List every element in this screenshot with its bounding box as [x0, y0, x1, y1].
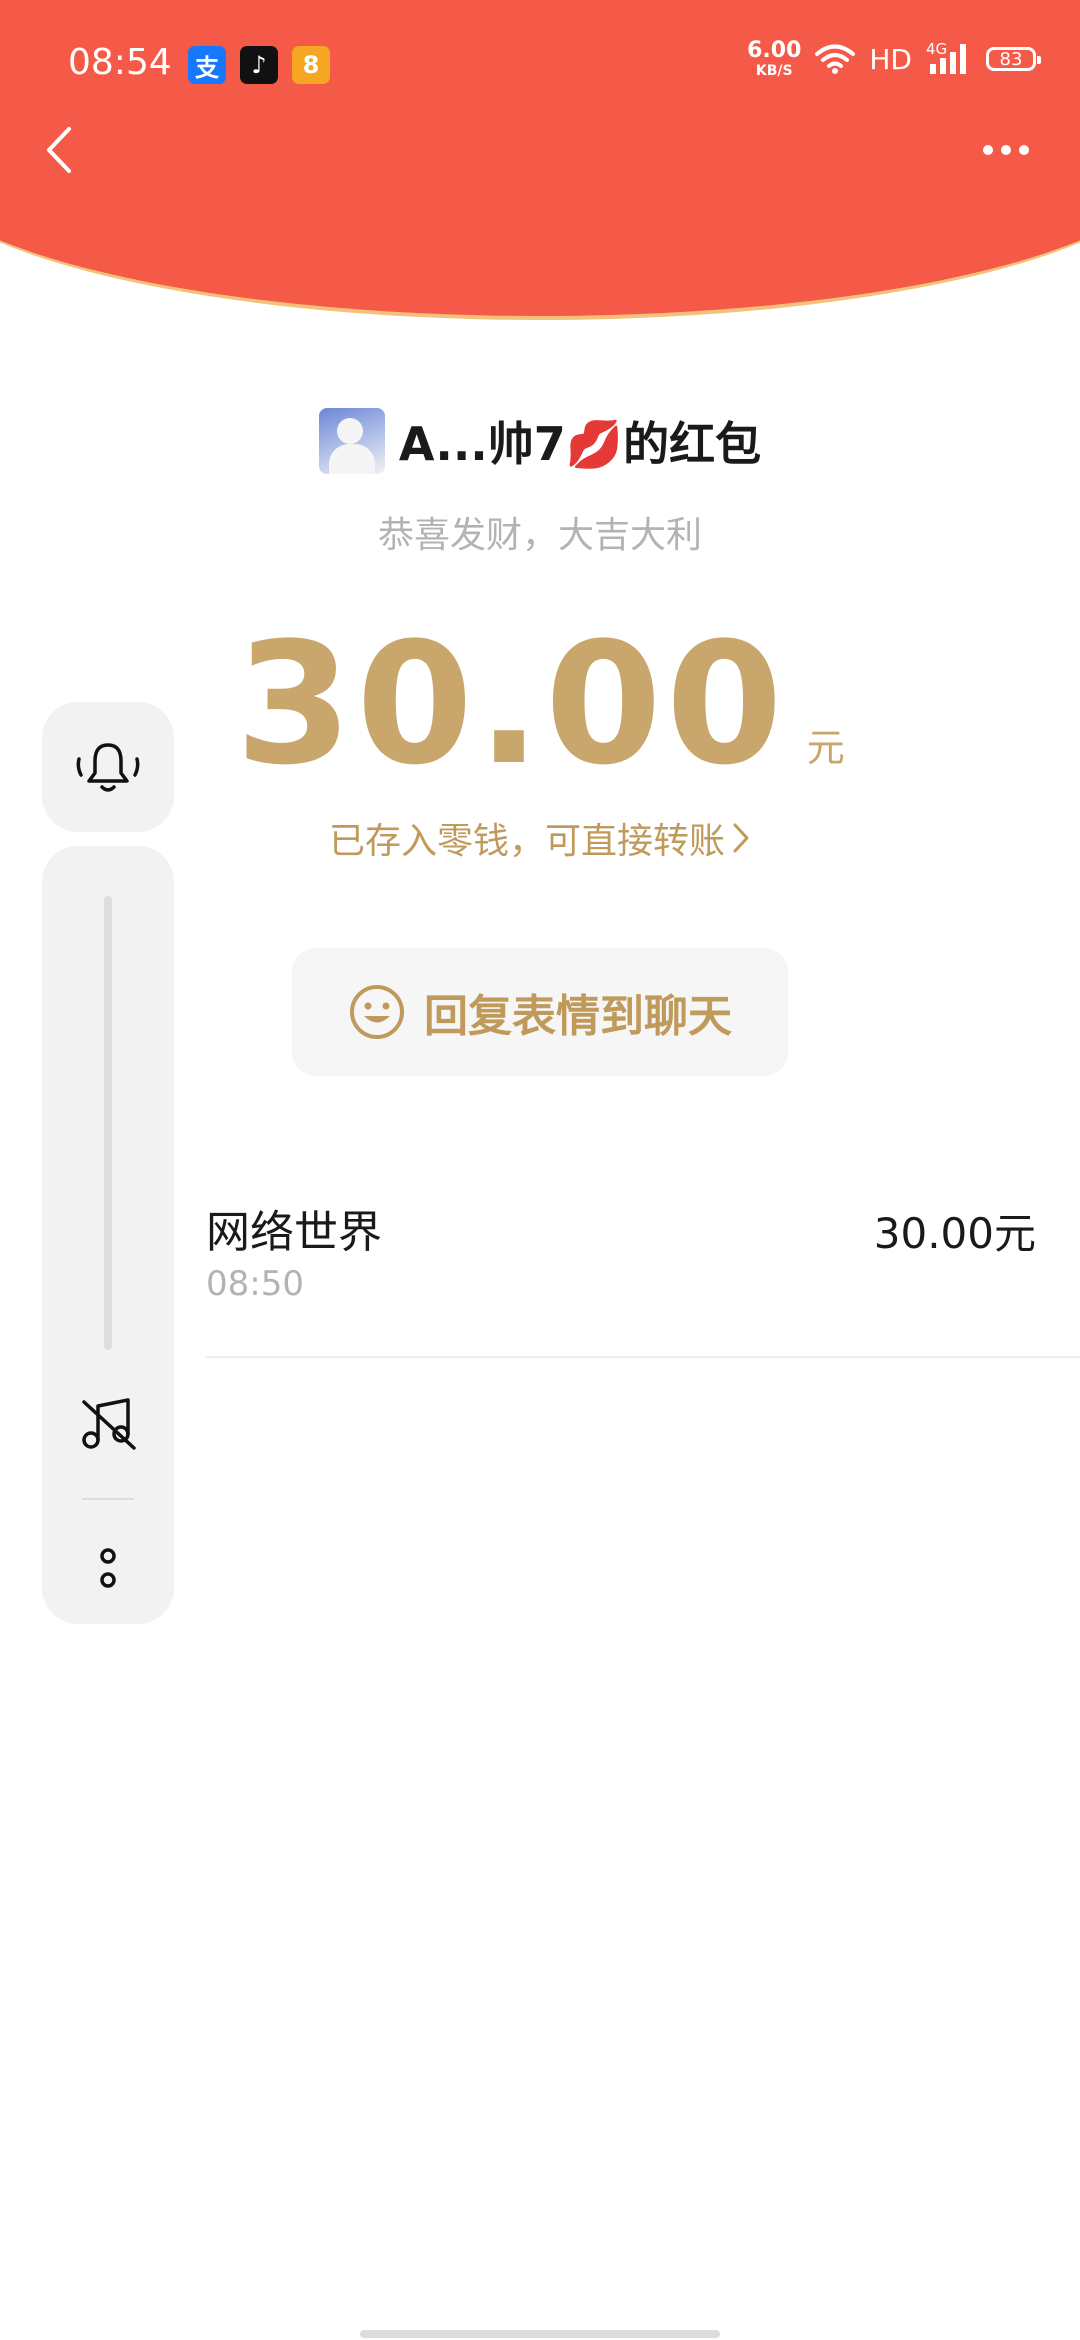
volume-panel [42, 846, 174, 1624]
chevron-right-icon [733, 823, 749, 853]
more-dots-icon [983, 145, 993, 155]
more-options-button[interactable] [956, 120, 1056, 180]
alipay-icon: 支 [188, 46, 226, 84]
network-speed-value: 6.00 [747, 38, 802, 63]
reply-sticker-label: 回复表情到聊天 [424, 991, 732, 1042]
smiley-icon [350, 985, 404, 1039]
avatar[interactable] [318, 408, 385, 474]
amount-value: 30.00 [235, 606, 787, 802]
panel-divider [82, 1498, 134, 1500]
network-speed: 6.00 KB/S [747, 38, 802, 79]
record-amount: 30.00元 [873, 1209, 1036, 1258]
signal-icon: 4G [926, 40, 972, 76]
divider [206, 1356, 1080, 1358]
record-name: 网络世界 [206, 1207, 382, 1258]
sender-title: A...帅7💋的红包 [398, 417, 762, 471]
sender-row: A...帅7💋的红包 [0, 408, 1080, 474]
battery-level: 83 [999, 48, 1023, 70]
status-time: 08:54 [68, 42, 172, 83]
amount-unit: 元 [806, 726, 845, 770]
saved-note-text: 已存入零钱，可直接转账 [328, 821, 725, 862]
record-time: 08:50 [206, 1264, 304, 1304]
home-indicator[interactable] [360, 2330, 720, 2338]
status-app-icons: 支 ♪ 8 [188, 46, 330, 84]
volume-slider[interactable] [104, 896, 112, 1350]
status-bar: 08:54 支 ♪ 8 6.00 KB/S HD 4G 83 [0, 0, 1080, 130]
tiktok-icon: ♪ [240, 46, 278, 84]
panel-more-button[interactable] [94, 1546, 122, 1594]
bell-icon [76, 743, 140, 792]
wifi-icon [815, 44, 856, 74]
red-packet-detail-screen: 08:54 支 ♪ 8 6.00 KB/S HD 4G 83 A...帅7💋的红… [0, 0, 1080, 2340]
media-mute-button[interactable] [76, 1396, 140, 1456]
back-button[interactable] [28, 120, 88, 180]
ringer-toggle-button[interactable] [42, 702, 174, 832]
hd-label: HD [869, 42, 912, 76]
blessing-text: 恭喜发财，大吉大利 [377, 515, 702, 556]
shopping-app-icon: 8 [292, 46, 330, 84]
battery-indicator: 83 [986, 47, 1041, 71]
network-speed-unit: KB/S [755, 63, 793, 79]
more-vertical-icon [100, 1548, 116, 1588]
reply-sticker-button[interactable]: 回复表情到聊天 [292, 948, 788, 1076]
chevron-left-icon [47, 127, 71, 173]
status-indicators: 6.00 KB/S HD 4G 83 [747, 38, 1041, 79]
music-off-icon [82, 1398, 136, 1450]
